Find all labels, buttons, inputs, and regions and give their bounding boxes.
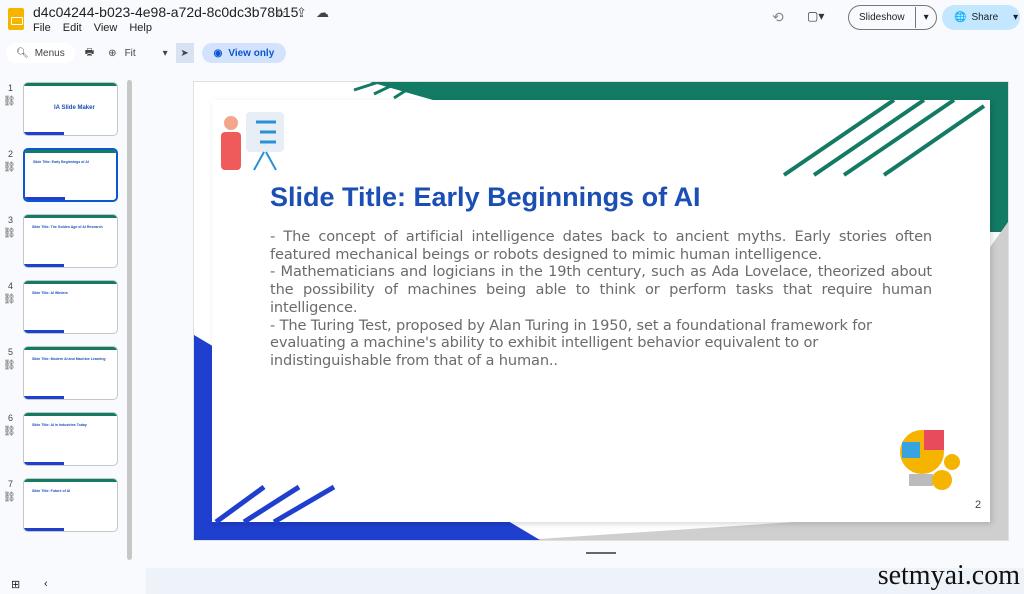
thumbnail-number: 2 <box>8 149 14 159</box>
slideshow-dropdown[interactable]: ▾ <box>914 7 937 28</box>
thumbnail-number: 6 <box>8 413 14 423</box>
cloud-icon[interactable]: ☁ <box>316 5 329 21</box>
document-title[interactable]: d4c04244-b023-4e98-a72d-8c0dc3b78b15 <box>33 4 298 20</box>
menu-file[interactable]: File <box>33 22 51 34</box>
link-icon: ⛓ <box>3 162 16 173</box>
thumbnail-title: IA Slide Maker <box>54 105 95 111</box>
thumbnail-number: 4 <box>8 281 14 291</box>
menu-edit[interactable]: Edit <box>63 22 82 34</box>
thumbnail-title: Slide Title: AI in Industries Today <box>32 423 87 427</box>
link-icon: ⛓ <box>3 360 16 371</box>
slideshow-label: Slideshow <box>859 12 905 23</box>
slide-body: - The concept of artificial intelligence… <box>270 228 932 370</box>
thumbnail-number: 5 <box>8 347 14 357</box>
thumbnail-number: 1 <box>8 83 14 93</box>
menu-bar: File Edit View Help <box>33 22 152 34</box>
share-label: Share <box>971 12 999 23</box>
slide-thumbnail[interactable]: Slide Title: AI in Industries Today <box>23 412 118 466</box>
search-icon: 🔍︎ <box>16 47 29 59</box>
slide-thumbnail[interactable]: Slide Title: Early Beginnings of AI <box>23 148 118 202</box>
link-icon: ⛓ <box>3 426 16 437</box>
thumbnail-title: Slide Title: Early Beginnings of AI <box>33 160 89 164</box>
thumbnail-number: 7 <box>8 479 14 489</box>
slide-thumbnail[interactable]: Slide Title: AI Winters <box>23 280 118 334</box>
eye-icon: ◉ <box>213 47 223 59</box>
meet-icon[interactable]: ▢▾ <box>807 9 824 23</box>
slide-thumbnail[interactable]: Slide Title: The Golden Age of AI Resear… <box>23 214 118 268</box>
menu-help[interactable]: Help <box>129 22 152 34</box>
zoom-dropdown-icon[interactable]: ▾ <box>163 48 168 59</box>
zoom-select[interactable]: Fit <box>125 48 163 59</box>
thumbnail-title: Slide Title: Modern AI and Machine Learn… <box>32 357 106 361</box>
slide-thumbnail[interactable]: IA Slide Maker <box>23 82 118 136</box>
thumbnail-title: Slide Title: Future of AI <box>32 489 71 493</box>
share-button[interactable]: 🌐 Share ▾ <box>942 5 1020 30</box>
view-only-button[interactable]: ◉ View only <box>201 43 287 63</box>
slide-canvas: Slide Title: Early Beginnings of AI - Th… <box>194 82 1008 540</box>
slide-thumbnail[interactable]: Slide Title: Modern AI and Machine Learn… <box>23 346 118 400</box>
star-icon[interactable]: ☆ <box>275 5 287 21</box>
zoom-icon[interactable]: ⊕ <box>108 48 116 59</box>
grid-view-icon[interactable]: ⊞ <box>11 578 20 591</box>
move-icon[interactable]: ⇪ <box>296 5 307 21</box>
thumbnail-title: Slide Title: AI Winters <box>32 291 68 295</box>
thumbnail-title: Slide Title: The Golden Age of AI Resear… <box>32 225 103 229</box>
slides-logo[interactable] <box>8 8 24 30</box>
view-only-label: View only <box>228 47 275 59</box>
print-icon[interactable]: 🖶 <box>85 45 94 62</box>
collapse-icon[interactable]: ‹ <box>44 578 48 590</box>
toolbar: 🔍︎ Menus 🖶 ⊕ Fit ▾ ➤ ◉ View only <box>6 42 1018 64</box>
search-menus[interactable]: 🔍︎ Menus <box>6 43 75 63</box>
slide-title: Slide Title: Early Beginnings of AI <box>270 182 701 212</box>
page-number: 2 <box>975 499 982 511</box>
menu-view[interactable]: View <box>94 22 118 34</box>
bullet: - Mathematicians and logicians in the 19… <box>270 263 932 316</box>
slideshow-button[interactable]: Slideshow ▾ <box>848 5 937 30</box>
globe-icon: 🌐 <box>954 12 967 23</box>
watermark: setmyai.com <box>877 560 1020 591</box>
slide-thumbnail[interactable]: Slide Title: Future of AI <box>23 478 118 532</box>
link-icon: ⛓ <box>3 294 16 305</box>
link-icon: ⛓ <box>3 228 16 239</box>
share-dropdown[interactable]: ▾ <box>1013 12 1018 23</box>
resize-handle[interactable] <box>586 552 616 554</box>
history-icon[interactable]: ⟲ <box>772 9 784 26</box>
search-label: Menus <box>34 47 65 59</box>
bullet: - The concept of artificial intelligence… <box>270 228 932 263</box>
bullet: - The Turing Test, proposed by Alan Turi… <box>270 316 872 369</box>
filmstrip-scrollbar[interactable] <box>127 80 132 560</box>
link-icon: ⛓ <box>3 492 16 503</box>
select-cursor-button[interactable]: ➤ <box>175 43 194 63</box>
link-icon: ⛓ <box>3 96 16 107</box>
thumbnail-number: 3 <box>8 215 14 225</box>
